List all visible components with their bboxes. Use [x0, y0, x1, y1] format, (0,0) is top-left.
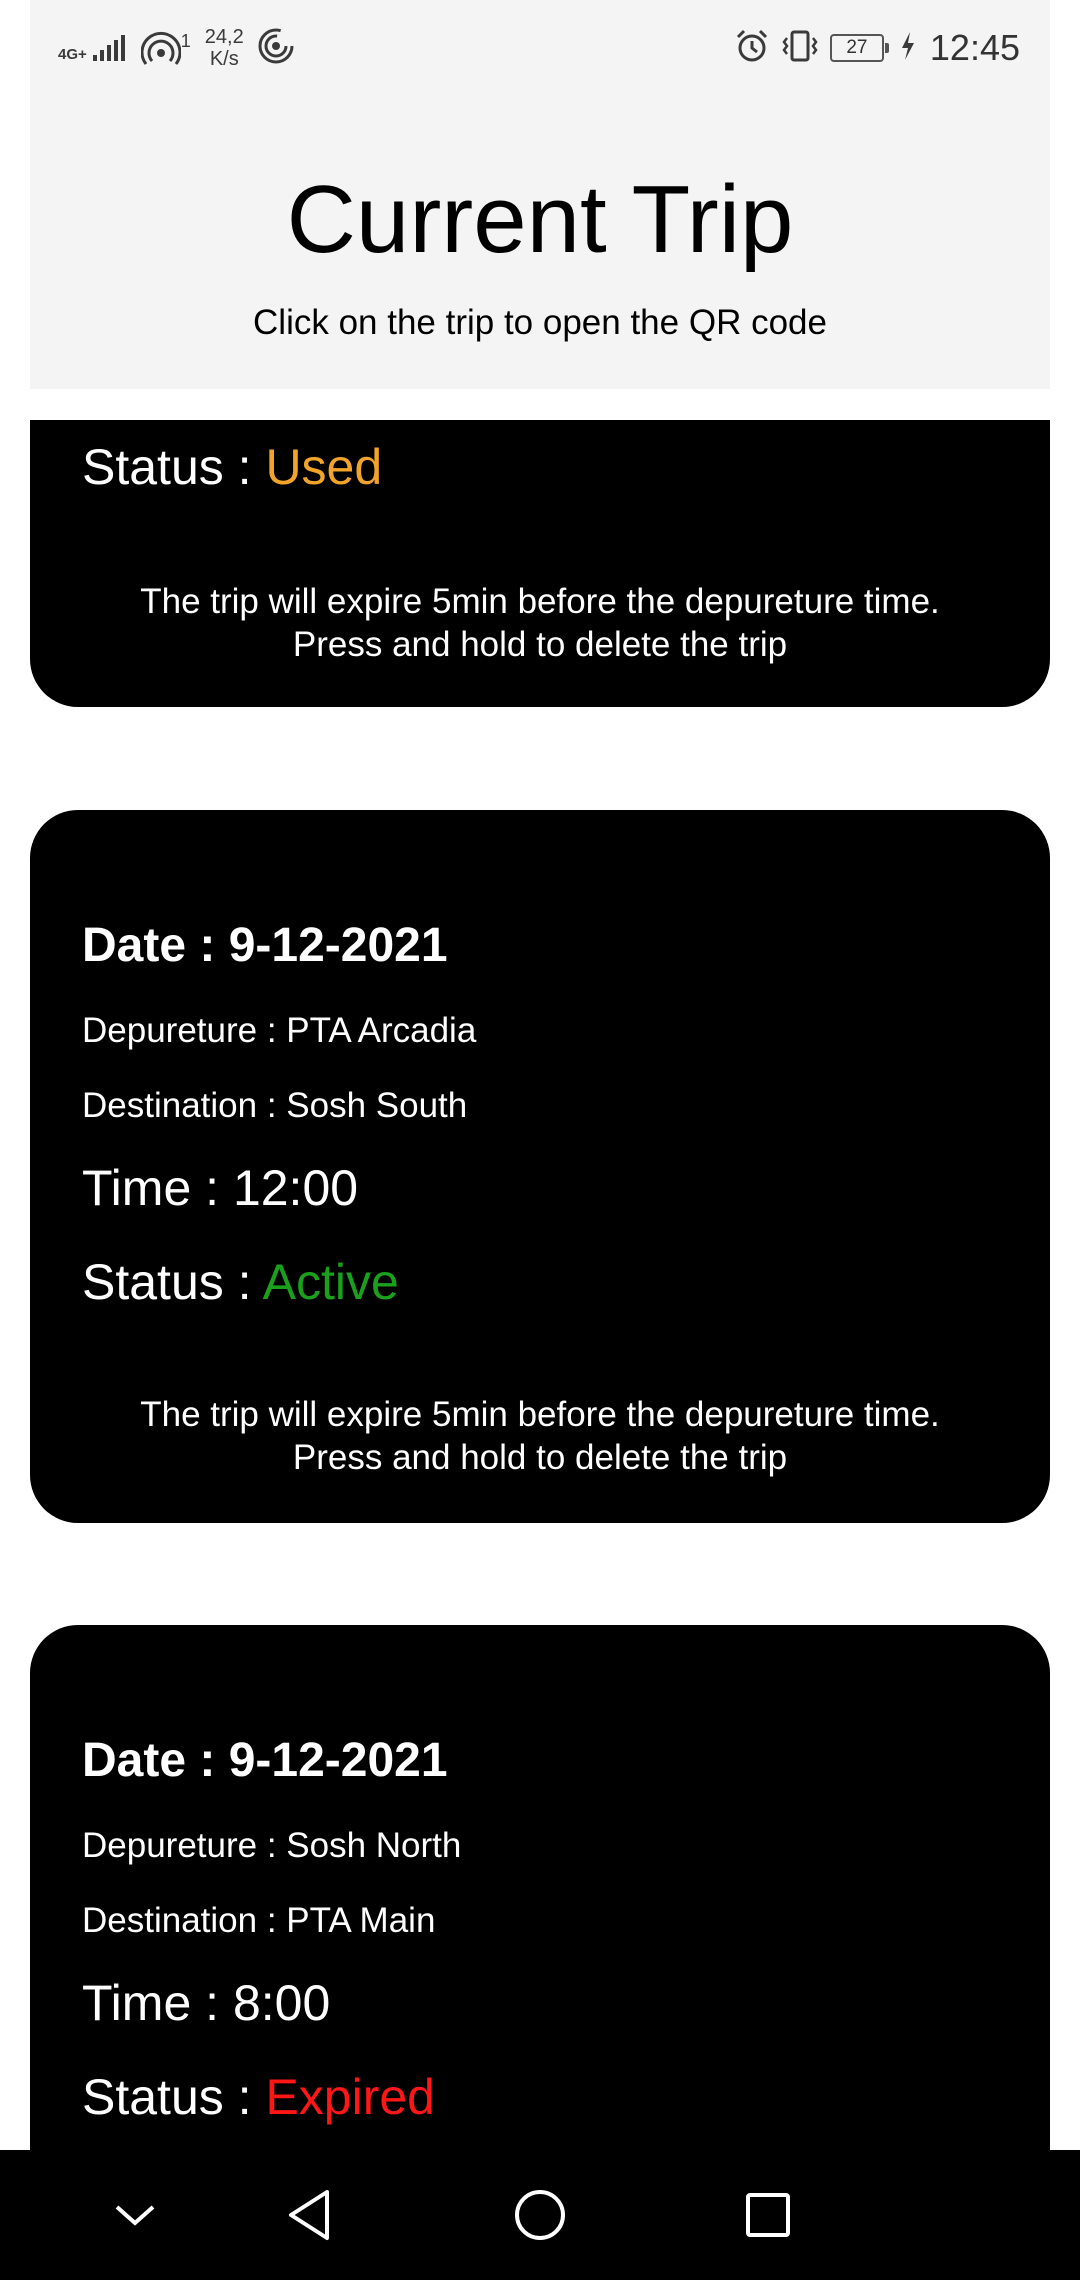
status-value: Active: [262, 1254, 399, 1310]
departure-value: Sosh North: [286, 1826, 462, 1865]
destination-value: PTA Main: [286, 1901, 436, 1940]
note-line: Press and hold to delete the trip: [292, 1438, 788, 1477]
note-line: Press and hold to delete the trip: [292, 625, 788, 664]
trip-departure: Depureture : Sosh North: [82, 1828, 461, 1863]
trip-status: Status : Active: [82, 1257, 399, 1307]
date-label: Date :: [82, 1734, 229, 1787]
trip-departure: Depureture : PTA Arcadia: [82, 1013, 476, 1048]
destination-label: Destination :: [82, 1086, 287, 1125]
status-value: Expired: [265, 2069, 435, 2125]
nfc-icon: [258, 28, 294, 69]
trip-destination: Destination : Sosh South: [82, 1088, 467, 1123]
time-label: Time :: [82, 1160, 233, 1216]
trip-note: The trip will expire 5min before the dep…: [30, 580, 1050, 666]
trip-time: Time : 8:00: [82, 1978, 330, 2028]
trip-date: Date : 9-12-2021: [82, 1737, 448, 1785]
chevron-down-icon[interactable]: [95, 2175, 175, 2255]
destination-value: Sosh South: [286, 1086, 468, 1125]
clock: 12:45: [929, 27, 1020, 68]
note-line: The trip will expire 5min before the dep…: [140, 1395, 940, 1434]
departure-label: Depureture :: [82, 1011, 287, 1050]
battery-level: 27: [846, 37, 868, 58]
status-value: Used: [265, 439, 383, 495]
trip-time: Time : 12:00: [82, 1163, 358, 1213]
status-label: Status :: [82, 439, 266, 495]
trip-note: The trip will expire 5min before the dep…: [30, 1393, 1050, 1479]
trip-date: Date : 9-12-2021: [82, 922, 448, 970]
destination-label: Destination :: [82, 1901, 287, 1940]
navigation-bar: [0, 2150, 1080, 2280]
recents-icon[interactable]: [728, 2175, 808, 2255]
time-value: 8:00: [232, 1975, 331, 2031]
time-value: 12:00: [232, 1160, 359, 1216]
status-bar: 4G+ 1 24,2 K/s 27 12:45: [30, 0, 1050, 92]
home-icon[interactable]: [500, 2175, 580, 2255]
cellular-signal-icon: 4G+: [58, 33, 127, 63]
status-label: Status :: [82, 1254, 263, 1310]
charging-icon: [900, 31, 916, 66]
time-label: Time :: [82, 1975, 233, 2031]
page-header: Current Trip Click on the trip to open t…: [30, 92, 1050, 389]
network-type: 4G+: [58, 46, 87, 63]
date-value: 9-12-2021: [228, 919, 448, 972]
trip-status: Status : Used: [82, 442, 382, 492]
hotspot-count: 1: [180, 31, 191, 51]
trip-destination: Destination : PTA Main: [82, 1903, 435, 1938]
date-value: 9-12-2021: [228, 1734, 448, 1787]
hotspot-icon: 1: [140, 31, 191, 65]
page-title: Current Trip: [286, 166, 794, 273]
status-label: Status :: [82, 2069, 266, 2125]
speed-value: 24,2: [204, 26, 244, 48]
date-label: Date :: [82, 919, 229, 972]
page-subtitle: Click on the trip to open the QR code: [253, 303, 827, 342]
battery-icon: 27: [829, 34, 889, 62]
departure-value: PTA Arcadia: [286, 1011, 477, 1050]
vibrate-icon: [780, 28, 820, 69]
network-speed: 24,2 K/s: [205, 26, 244, 70]
departure-label: Depureture :: [82, 1826, 287, 1865]
alarm-icon: [734, 28, 770, 69]
trip-card[interactable]: Date : 9-12-2021 Depureture : PTA Arcadi…: [30, 810, 1050, 1523]
note-line: The trip will expire 5min before the dep…: [140, 582, 940, 621]
trip-card[interactable]: Status : Used The trip will expire 5min …: [30, 420, 1050, 707]
speed-unit: K/s: [209, 48, 239, 70]
trip-status: Status : Expired: [82, 2072, 435, 2122]
back-icon[interactable]: [270, 2175, 350, 2255]
